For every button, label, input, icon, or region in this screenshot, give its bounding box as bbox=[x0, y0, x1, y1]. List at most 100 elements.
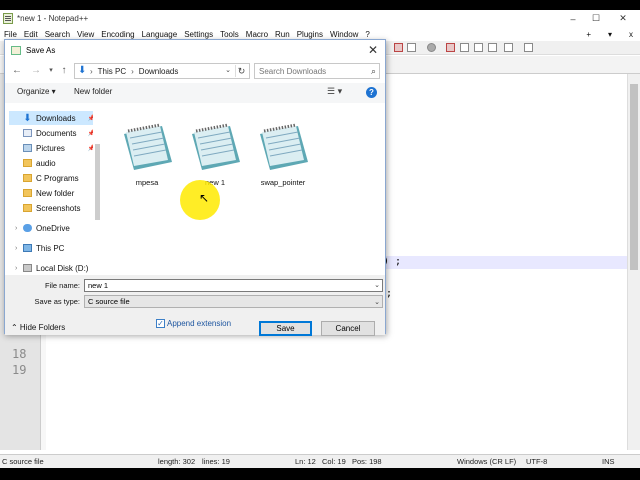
file-name-field[interactable]: ⌄ bbox=[84, 279, 383, 292]
download-icon: ⬇ bbox=[23, 112, 32, 124]
back-arrow-icon[interactable]: ← bbox=[11, 65, 23, 77]
panel-icon[interactable] bbox=[524, 43, 533, 52]
mouse-pointer-icon: ↖ bbox=[199, 191, 210, 205]
menu-help[interactable]: ? bbox=[361, 30, 372, 39]
tree-item-local-disk[interactable]: › Local Disk (D:) bbox=[9, 261, 99, 275]
file-item-swap-pointer[interactable]: swap_pointer bbox=[249, 122, 317, 192]
save-as-type-value: C source file bbox=[88, 297, 130, 306]
cancel-button[interactable]: Cancel bbox=[321, 321, 375, 336]
append-extension-checkbox[interactable]: ✓ bbox=[156, 319, 165, 328]
menu-run[interactable]: Run bbox=[271, 30, 293, 39]
menu-search[interactable]: Search bbox=[41, 30, 73, 39]
tree-item-c-programs[interactable]: C Programs bbox=[9, 171, 99, 185]
hide-folders-button[interactable]: ⌃ Hide Folders bbox=[11, 323, 65, 332]
this-pc-icon bbox=[23, 244, 32, 252]
address-dropdown-icon[interactable]: ⌄ bbox=[225, 66, 231, 74]
zoom-icon[interactable] bbox=[427, 43, 436, 52]
save-as-type-select[interactable]: C source file ⌄ bbox=[84, 295, 383, 308]
search-icon[interactable]: ⌕ bbox=[371, 66, 376, 77]
navigation-pane-scrollbar[interactable] bbox=[93, 104, 102, 274]
menu-view[interactable]: View bbox=[73, 30, 97, 39]
line-number: 19 bbox=[12, 363, 27, 377]
print-icon[interactable] bbox=[394, 43, 403, 52]
tree-item-label: Local Disk (D:) bbox=[36, 263, 89, 273]
view-options-icon[interactable]: ☰ ▾ bbox=[327, 86, 342, 97]
save-form: File name: ⌄ Save as type: C source file… bbox=[5, 275, 385, 336]
organize-button[interactable]: Organize ▾ bbox=[17, 87, 56, 96]
minimize-button[interactable]: – bbox=[562, 10, 584, 27]
screen: *new 1 - Notepad++ – ☐ ✕ File Edit Searc… bbox=[0, 10, 640, 468]
disk-icon bbox=[23, 264, 32, 272]
tree-item-audio[interactable]: audio bbox=[9, 156, 99, 170]
chevron-down-icon[interactable]: ⌄ bbox=[374, 297, 380, 308]
expand-icon[interactable]: › bbox=[15, 265, 17, 272]
search-input[interactable] bbox=[255, 64, 365, 78]
forward-arrow-icon[interactable]: → bbox=[30, 65, 42, 77]
toolbar-icon[interactable] bbox=[407, 43, 416, 52]
append-extension-label[interactable]: Append extension bbox=[167, 319, 231, 328]
tree-item-new-folder[interactable]: New folder bbox=[9, 186, 99, 200]
stop-macro-icon[interactable] bbox=[460, 43, 469, 52]
refresh-icon[interactable]: ↻ bbox=[235, 65, 247, 77]
new-tab-icon[interactable]: + bbox=[582, 30, 594, 39]
search-box[interactable]: ⌕ bbox=[254, 63, 380, 79]
breadcrumb-this-pc[interactable]: This PC bbox=[95, 67, 129, 76]
menu-encoding[interactable]: Encoding bbox=[97, 30, 137, 39]
menu-edit[interactable]: Edit bbox=[20, 30, 41, 39]
menu-macro[interactable]: Macro bbox=[242, 30, 271, 39]
address-bar[interactable]: ⬇ › This PC › Downloads ⌄ ↻ bbox=[74, 63, 250, 79]
pictures-icon bbox=[23, 144, 32, 152]
tree-item-screenshots[interactable]: Screenshots bbox=[9, 201, 99, 215]
new-folder-button[interactable]: New folder bbox=[74, 87, 112, 96]
tree-item-label: audio bbox=[36, 158, 56, 168]
close-tab-icon[interactable]: x bbox=[625, 30, 636, 39]
tree-item-label: C Programs bbox=[36, 173, 79, 183]
save-as-type-label: Save as type: bbox=[34, 297, 80, 306]
menu-window[interactable]: Window bbox=[326, 30, 361, 39]
tab-list-icon[interactable]: ▾ bbox=[604, 30, 615, 39]
status-bar: C source file length: 302 lines: 19 Ln: … bbox=[0, 454, 640, 468]
save-macro-icon[interactable] bbox=[504, 43, 513, 52]
maximize-button[interactable]: ☐ bbox=[585, 10, 607, 27]
expand-icon[interactable]: › bbox=[15, 225, 17, 232]
menu-tools[interactable]: Tools bbox=[216, 30, 242, 39]
dialog-close-button[interactable]: ✕ bbox=[365, 42, 381, 58]
menu-file[interactable]: File bbox=[0, 30, 20, 39]
recent-locations-icon[interactable]: ▾ bbox=[45, 65, 57, 77]
file-name-input[interactable] bbox=[85, 280, 365, 291]
file-name-label: mpesa bbox=[135, 178, 159, 187]
tree-item-this-pc[interactable]: › This PC bbox=[9, 241, 99, 255]
save-as-icon bbox=[11, 45, 21, 55]
play-macro-icon[interactable] bbox=[474, 43, 483, 52]
editor-vertical-scrollbar[interactable] bbox=[627, 74, 640, 450]
tree-item-label: OneDrive bbox=[36, 223, 70, 233]
up-arrow-icon[interactable]: ↑ bbox=[58, 65, 70, 77]
file-item-mpesa[interactable]: mpesa bbox=[113, 122, 181, 192]
chevron-down-icon[interactable]: ⌄ bbox=[374, 281, 380, 289]
save-button[interactable]: Save bbox=[259, 321, 312, 336]
close-app-button[interactable]: ✕ bbox=[612, 10, 634, 27]
menu-plugins[interactable]: Plugins bbox=[293, 30, 326, 39]
onedrive-icon bbox=[23, 224, 32, 232]
breadcrumb-separator: › bbox=[90, 66, 93, 76]
scrollbar-thumb[interactable] bbox=[95, 144, 100, 220]
help-icon[interactable]: ? bbox=[366, 87, 377, 98]
breadcrumb-downloads[interactable]: Downloads bbox=[136, 67, 182, 76]
tree-item-pictures[interactable]: Pictures 📌 bbox=[9, 141, 95, 155]
run-macro-icon[interactable] bbox=[488, 43, 497, 52]
record-macro-icon[interactable] bbox=[446, 43, 455, 52]
scrollbar-thumb[interactable] bbox=[630, 84, 638, 270]
tree-item-onedrive[interactable]: › OneDrive bbox=[9, 221, 99, 235]
menu-settings[interactable]: Settings bbox=[180, 30, 216, 39]
dialog-title-bar[interactable]: Save As ✕ bbox=[5, 40, 385, 60]
tree-item-downloads[interactable]: ⬇ Downloads 📌 bbox=[9, 111, 95, 125]
notepad-icon bbox=[260, 123, 308, 170]
tree-item-label: Documents bbox=[36, 128, 77, 138]
tree-item-label: Downloads bbox=[36, 113, 76, 123]
menu-language[interactable]: Language bbox=[138, 30, 181, 39]
tree-item-documents[interactable]: Documents 📌 bbox=[9, 126, 95, 140]
file-name-label: File name: bbox=[44, 281, 80, 290]
line-number: 18 bbox=[12, 347, 27, 361]
expand-icon[interactable]: › bbox=[15, 245, 17, 252]
document-icon bbox=[23, 129, 32, 137]
